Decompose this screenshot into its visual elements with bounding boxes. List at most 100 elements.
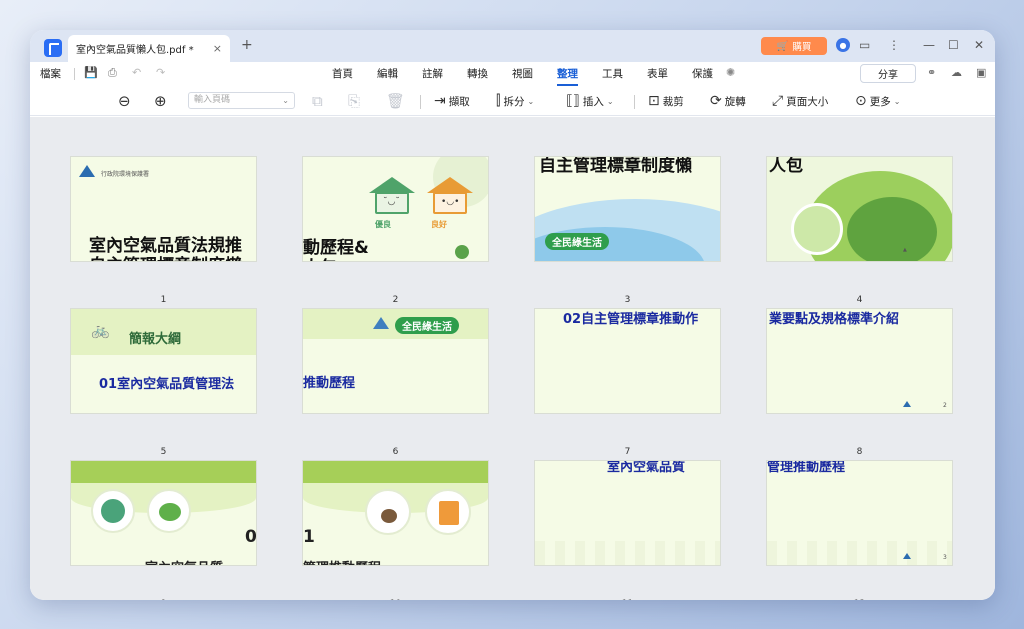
slide-subtitle: 自主管理標章制度懶 — [89, 251, 242, 261]
insert-button[interactable]: ⟦⟧ 插入 ⌄ — [566, 92, 614, 110]
save-icon[interactable]: 💾 — [84, 66, 98, 79]
page-number-label: 12 — [766, 599, 953, 600]
crop-button[interactable]: ⊡ 裁剪 — [648, 92, 684, 110]
sprout-hand-icon — [365, 489, 411, 535]
green-life-badge: 全民綠生活 — [545, 233, 609, 250]
slide-subtitle: 人包 — [303, 253, 337, 261]
leaf-icon — [455, 245, 469, 259]
menu-divider — [74, 68, 75, 80]
epa-logo-icon — [373, 317, 389, 329]
lightbulb-icon[interactable]: ✺ — [726, 66, 735, 79]
chevron-down-icon: ⌄ — [606, 96, 614, 106]
maximize-icon[interactable]: ☐ — [948, 38, 959, 52]
org-logo-text: ▲ — [903, 247, 907, 253]
new-tab-icon[interactable]: + — [241, 37, 253, 53]
menu-home[interactable]: 首頁 — [320, 66, 365, 86]
section-title: 管理推動歷程 — [303, 557, 381, 565]
undo-icon[interactable]: ↶ — [132, 66, 141, 79]
epa-logo-icon — [903, 553, 911, 559]
menu-protect[interactable]: 保護 — [680, 66, 725, 86]
zoom-out-icon[interactable]: ⊖ — [118, 92, 131, 110]
slide-page-number: 3 — [943, 554, 947, 561]
delete-page-icon[interactable]: 🗑 — [386, 92, 405, 110]
page-thumbnail-1[interactable]: 行政院環境保護署 室內空氣品質法規推 自主管理標章制度懶 — [70, 156, 257, 262]
page-thumbnail-12[interactable]: 管理推動歷程 3 — [766, 460, 953, 566]
page-number-label: 10 — [302, 599, 489, 600]
crop-icon: ⊡ — [648, 93, 660, 109]
slide-title: 自主管理標章制度懶 — [539, 156, 692, 176]
menu-bar: 檔案 💾 ⎙ ↶ ↷ 首頁 編輯 註解 轉換 視圖 整理 工具 表單 保護 ✺ … — [30, 62, 995, 86]
account-avatar-icon[interactable]: ● — [836, 38, 850, 52]
extract-button[interactable]: ⇥ 擷取 — [434, 92, 470, 110]
menu-view[interactable]: 視圖 — [500, 66, 545, 86]
replace-page-icon[interactable]: ⎘ — [348, 92, 360, 110]
page-thumbnail-2[interactable]: ˘◡˘ •◡• 優良 良好 動歷程& 人包 — [302, 156, 489, 262]
app-window: 室內空氣品質懶人包.pdf * × + 🛒 購買 ● ▭ ⋮ — ☐ ✕ 檔案 … — [30, 30, 995, 600]
buy-label: 購買 — [792, 42, 812, 53]
more-button[interactable]: ⊙ 更多 ⌄ — [855, 92, 900, 110]
menu-form[interactable]: 表單 — [635, 66, 680, 86]
decor-pattern — [767, 541, 952, 565]
org-name: 行政院環境保護署 — [101, 171, 150, 178]
panel-icon[interactable]: ▣ — [976, 66, 986, 79]
split-button[interactable]: ⫿ 拆分 ⌄ — [496, 92, 534, 110]
page-thumbnail-4[interactable]: 人包 ▲ — [766, 156, 953, 262]
page-number-label: 9 — [70, 599, 257, 600]
more-vertical-icon[interactable]: ⋮ — [888, 38, 900, 52]
share-button[interactable]: 分享 — [860, 64, 916, 83]
shopping-bag-icon — [425, 489, 471, 535]
page-thumbnail-6[interactable]: 全民綠生活 推動歷程 — [302, 308, 489, 414]
menu-tools[interactable]: 工具 — [590, 66, 635, 86]
slide-title: 02自主管理標章推動作 — [563, 312, 699, 327]
page-size-button[interactable]: ⤢ 頁面大小 — [772, 92, 828, 110]
decor-pattern — [535, 541, 720, 565]
page-thumbnail-5[interactable]: 🚲 簡報大綱 01室內空氣品質管理法 — [70, 308, 257, 414]
menu-edit[interactable]: 編輯 — [365, 66, 410, 86]
minimize-icon[interactable]: — — [923, 38, 935, 52]
page-number-input[interactable]: 輸入頁碼 ⌄ — [188, 92, 295, 109]
page-thumbnail-10[interactable]: 1 管理推動歷程 — [302, 460, 489, 566]
copy-page-icon[interactable]: ⧉ — [312, 92, 323, 110]
document-tab[interactable]: 室內空氣品質懶人包.pdf * × — [68, 35, 230, 62]
chevron-down-icon[interactable]: ⌄ — [282, 93, 289, 108]
rotate-icon: ⟳ — [710, 93, 722, 109]
organize-toolbar: ⊖ ⊕ 輸入頁碼 ⌄ ⧉ ⎘ 🗑 ⇥ 擷取 ⫿ 拆分 ⌄ ⟦⟧ 插入 ⌄ ⊡ 裁… — [30, 86, 995, 116]
butterfly-icon — [147, 489, 191, 533]
menu-organize[interactable]: 整理 — [545, 66, 590, 86]
menu-convert[interactable]: 轉換 — [455, 66, 500, 86]
page-thumbnail-8[interactable]: 業要點及規格標準介紹 2 — [766, 308, 953, 414]
app-logo-icon — [44, 39, 62, 57]
cyclist-icon — [791, 203, 843, 255]
house-good-icon: •◡• — [427, 177, 473, 215]
close-window-icon[interactable]: ✕ — [974, 38, 984, 52]
menu-comment[interactable]: 註解 — [410, 66, 455, 86]
flow-icon[interactable]: ⚭ — [927, 66, 936, 79]
message-icon[interactable]: ▭ — [859, 38, 870, 52]
page-size-label: 頁面大小 — [786, 95, 829, 108]
page-thumbnail-9[interactable]: 0 室內空氣品質 — [70, 460, 257, 566]
cloud-upload-icon[interactable]: ☁ — [951, 66, 962, 79]
slide-title: 人包 — [769, 156, 803, 176]
page-thumbnail-3[interactable]: 自主管理標章制度懶 全民綠生活 — [534, 156, 721, 262]
toolbar-divider — [634, 95, 635, 109]
page-thumbnail-11[interactable]: 室內空氣品質 — [534, 460, 721, 566]
cyclist-icon: 🚲 — [91, 321, 110, 339]
rotate-label: 旋轉 — [724, 95, 746, 108]
buy-button[interactable]: 🛒 購買 — [761, 37, 827, 55]
continent-illustration — [847, 197, 937, 261]
extract-label: 擷取 — [448, 95, 470, 108]
house-excellent-icon: ˘◡˘ — [369, 177, 415, 215]
rotate-button[interactable]: ⟳ 旋轉 — [710, 92, 746, 110]
cart-icon: 🛒 — [776, 40, 789, 52]
toolbar-divider — [420, 95, 421, 109]
slide-title: 推動歷程 — [303, 376, 356, 391]
file-menu[interactable]: 檔案 — [40, 66, 61, 81]
print-icon[interactable]: ⎙ — [108, 66, 117, 80]
zoom-in-icon[interactable]: ⊕ — [154, 92, 167, 110]
epa-logo-icon — [79, 165, 95, 177]
page-number-label: 11 — [534, 599, 721, 600]
page-thumbnail-7[interactable]: 02自主管理標章推動作 — [534, 308, 721, 414]
label-good: 良好 — [431, 220, 447, 229]
redo-icon[interactable]: ↷ — [156, 66, 165, 79]
close-tab-icon[interactable]: × — [213, 42, 222, 55]
